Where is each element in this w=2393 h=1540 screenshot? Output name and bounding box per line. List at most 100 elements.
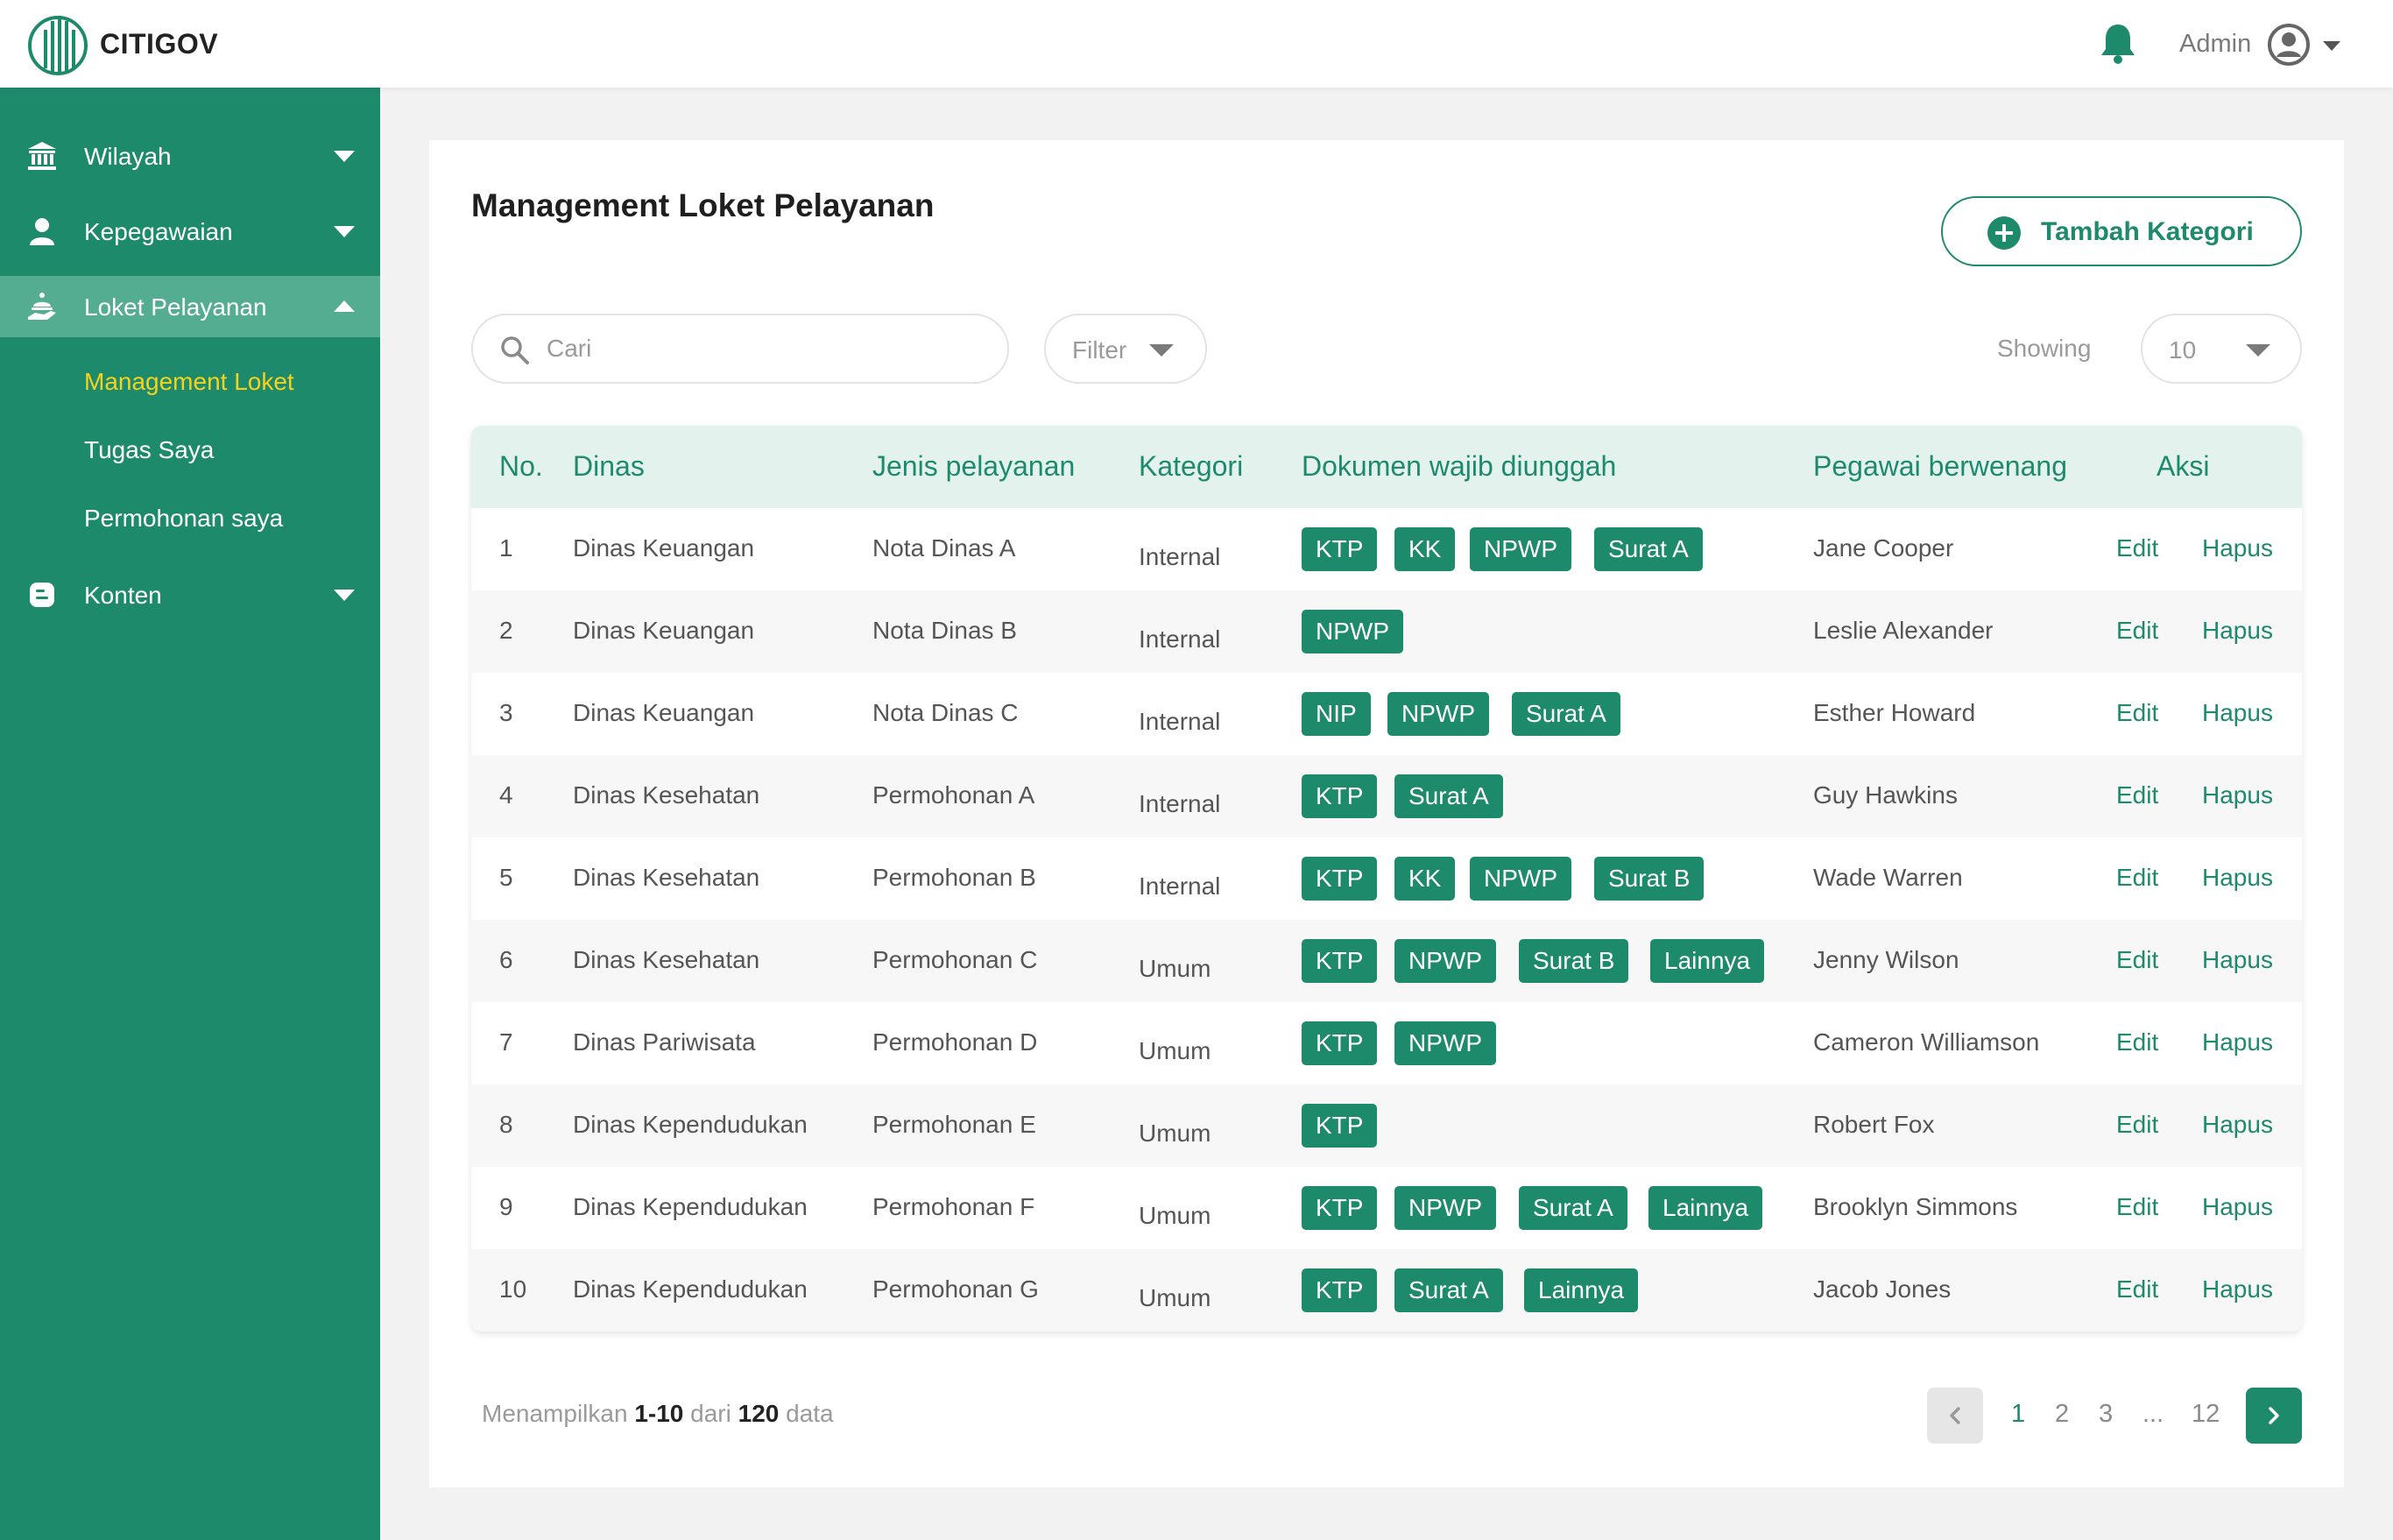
document-tag: Lainnya <box>1650 939 1765 983</box>
user-menu-caret-icon[interactable] <box>2323 41 2340 51</box>
row-number: 6 <box>499 946 513 973</box>
kategori-cell: Internal <box>1139 543 1221 570</box>
dinas-cell: Dinas Keuangan <box>573 699 755 726</box>
jenis-pelayanan-cell: Permohonan G <box>872 1275 1039 1303</box>
table-header: No. Dinas Jenis pelayanan Kategori Dokum… <box>471 426 2302 508</box>
edit-link[interactable]: Edit <box>2116 534 2158 562</box>
edit-link[interactable]: Edit <box>2116 699 2158 727</box>
summary-mid: dari <box>690 1400 731 1427</box>
delete-link[interactable]: Hapus <box>2202 1193 2273 1221</box>
page-size-select[interactable]: 10 <box>2141 314 2302 384</box>
edit-link[interactable]: Edit <box>2116 1111 2158 1139</box>
sidebar-subitem-permohonan-saya[interactable]: Permohonan saya <box>84 505 283 533</box>
page-number[interactable]: 12 <box>2192 1400 2220 1429</box>
page-ellipsis: ... <box>2142 1400 2164 1428</box>
delete-link[interactable]: Hapus <box>2202 781 2273 809</box>
jenis-pelayanan-cell: Permohonan C <box>872 946 1038 973</box>
kategori-cell: Internal <box>1139 872 1221 900</box>
jenis-pelayanan-cell: Permohonan F <box>872 1193 1035 1220</box>
document-tag: Surat B <box>1519 939 1629 983</box>
delete-link[interactable]: Hapus <box>2202 1028 2273 1056</box>
document-tag: KTP <box>1302 1186 1378 1230</box>
table-row: 10 Dinas Kependudukan Permohonan G Umum Jaco… <box>471 1249 2302 1332</box>
edit-link[interactable]: Edit <box>2116 1028 2158 1056</box>
pegawai-cell: Wade Warren <box>1813 864 1963 891</box>
delete-link[interactable]: Hapus <box>2202 864 2273 892</box>
edit-link[interactable]: Edit <box>2116 617 2158 645</box>
jenis-pelayanan-cell: Nota Dinas B <box>872 617 1017 644</box>
document-tag: NPWP <box>1394 939 1496 983</box>
pagination-summary: Menampilkan 1-10 dari 120 data <box>482 1400 834 1428</box>
delete-link[interactable]: Hapus <box>2202 1275 2273 1303</box>
document-tag: KTP <box>1302 857 1378 901</box>
summary-range: 1-10 <box>634 1400 684 1427</box>
chevron-up-icon <box>334 300 355 312</box>
chevron-down-icon <box>334 226 355 237</box>
sidebar-item-loket-pelayanan[interactable]: Loket Pelayanan <box>0 276 380 337</box>
edit-link[interactable]: Edit <box>2116 946 2158 974</box>
table-row: 8 Dinas Kependudukan Permohonan E Umum Rober… <box>471 1084 2302 1167</box>
document-tag: KTP <box>1302 1104 1378 1148</box>
chevron-down-icon <box>334 590 355 601</box>
document-tag: Surat A <box>1512 692 1620 736</box>
pegawai-cell: Cameron Williamson <box>1813 1028 2040 1056</box>
delete-link[interactable]: Hapus <box>2202 699 2273 727</box>
summary-suffix: data <box>786 1400 834 1427</box>
sidebar-item-label: Wilayah <box>84 143 172 170</box>
next-page-button[interactable] <box>2246 1388 2302 1444</box>
document-tag: Lainnya <box>1524 1268 1639 1312</box>
row-number: 5 <box>499 864 513 891</box>
page-number[interactable]: 2 <box>2055 1400 2069 1429</box>
app-logo[interactable]: CITIGOV <box>26 11 218 77</box>
delete-link[interactable]: Hapus <box>2202 617 2273 645</box>
column-header-dinas: Dinas <box>573 450 645 482</box>
sidebar-item-wilayah[interactable]: Wilayah <box>0 125 380 187</box>
sidebar-subitem-tugas-saya[interactable]: Tugas Saya <box>84 436 214 464</box>
document-tag: Surat A <box>1519 1186 1627 1230</box>
document-tag: KTP <box>1302 774 1378 818</box>
filter-dropdown[interactable]: Filter <box>1044 314 1207 384</box>
document-tag: NPWP <box>1394 1186 1496 1230</box>
page-title: Management Loket Pelayanan <box>471 187 935 223</box>
search-box[interactable] <box>471 314 1009 384</box>
search-input[interactable] <box>547 331 985 366</box>
delete-link[interactable]: Hapus <box>2202 946 2273 974</box>
edit-link[interactable]: Edit <box>2116 781 2158 809</box>
dinas-cell: Dinas Kependudukan <box>573 1111 808 1138</box>
dinas-cell: Dinas Pariwisata <box>573 1028 756 1056</box>
sidebar-item-konten[interactable]: Konten <box>0 564 380 625</box>
kategori-cell: Umum <box>1139 955 1211 982</box>
sidebar-item-kepegawaian[interactable]: Kepegawaian <box>0 201 380 262</box>
kategori-cell: Umum <box>1139 1284 1211 1311</box>
citigov-logo-icon <box>28 16 88 75</box>
document-tag: NIP <box>1302 692 1371 736</box>
sidebar: Wilayah Kepegawaian Loket Pelayanan Mana… <box>0 88 380 1540</box>
notification-bell-icon[interactable] <box>2099 23 2137 65</box>
edit-link[interactable]: Edit <box>2116 864 2158 892</box>
kategori-cell: Umum <box>1139 1120 1211 1147</box>
delete-link[interactable]: Hapus <box>2202 534 2273 562</box>
edit-link[interactable]: Edit <box>2116 1275 2158 1303</box>
table-row: 3 Dinas Keuangan Nota Dinas C Internal Esthe… <box>471 673 2302 755</box>
dinas-cell: Dinas Keuangan <box>573 534 755 562</box>
data-table: No. Dinas Jenis pelayanan Kategori Dokum… <box>471 426 2302 1332</box>
jenis-pelayanan-cell: Permohonan A <box>872 781 1035 809</box>
avatar-icon[interactable] <box>2267 23 2311 67</box>
chevron-down-icon <box>1149 344 1174 357</box>
sidebar-subitem-management-loket[interactable]: Management Loket <box>84 368 294 396</box>
document-tag: KTP <box>1302 1021 1378 1065</box>
page-number[interactable]: 1 <box>2011 1400 2025 1429</box>
delete-link[interactable]: Hapus <box>2202 1111 2273 1139</box>
page-number[interactable]: 3 <box>2099 1400 2113 1429</box>
row-number: 4 <box>499 781 513 809</box>
edit-link[interactable]: Edit <box>2116 1193 2158 1221</box>
user-name[interactable]: Admin <box>2179 30 2251 59</box>
add-category-button[interactable]: Tambah Kategori <box>1941 196 2302 266</box>
pegawai-cell: Esther Howard <box>1813 699 1976 726</box>
pegawai-cell: Robert Fox <box>1813 1111 1935 1138</box>
column-header-dokumen: Dokumen wajib diunggah <box>1302 450 1617 482</box>
pegawai-cell: Guy Hawkins <box>1813 781 1958 809</box>
document-tag: Surat A <box>1394 774 1503 818</box>
service-hand-icon <box>28 293 56 320</box>
previous-page-button[interactable] <box>1927 1388 1983 1444</box>
